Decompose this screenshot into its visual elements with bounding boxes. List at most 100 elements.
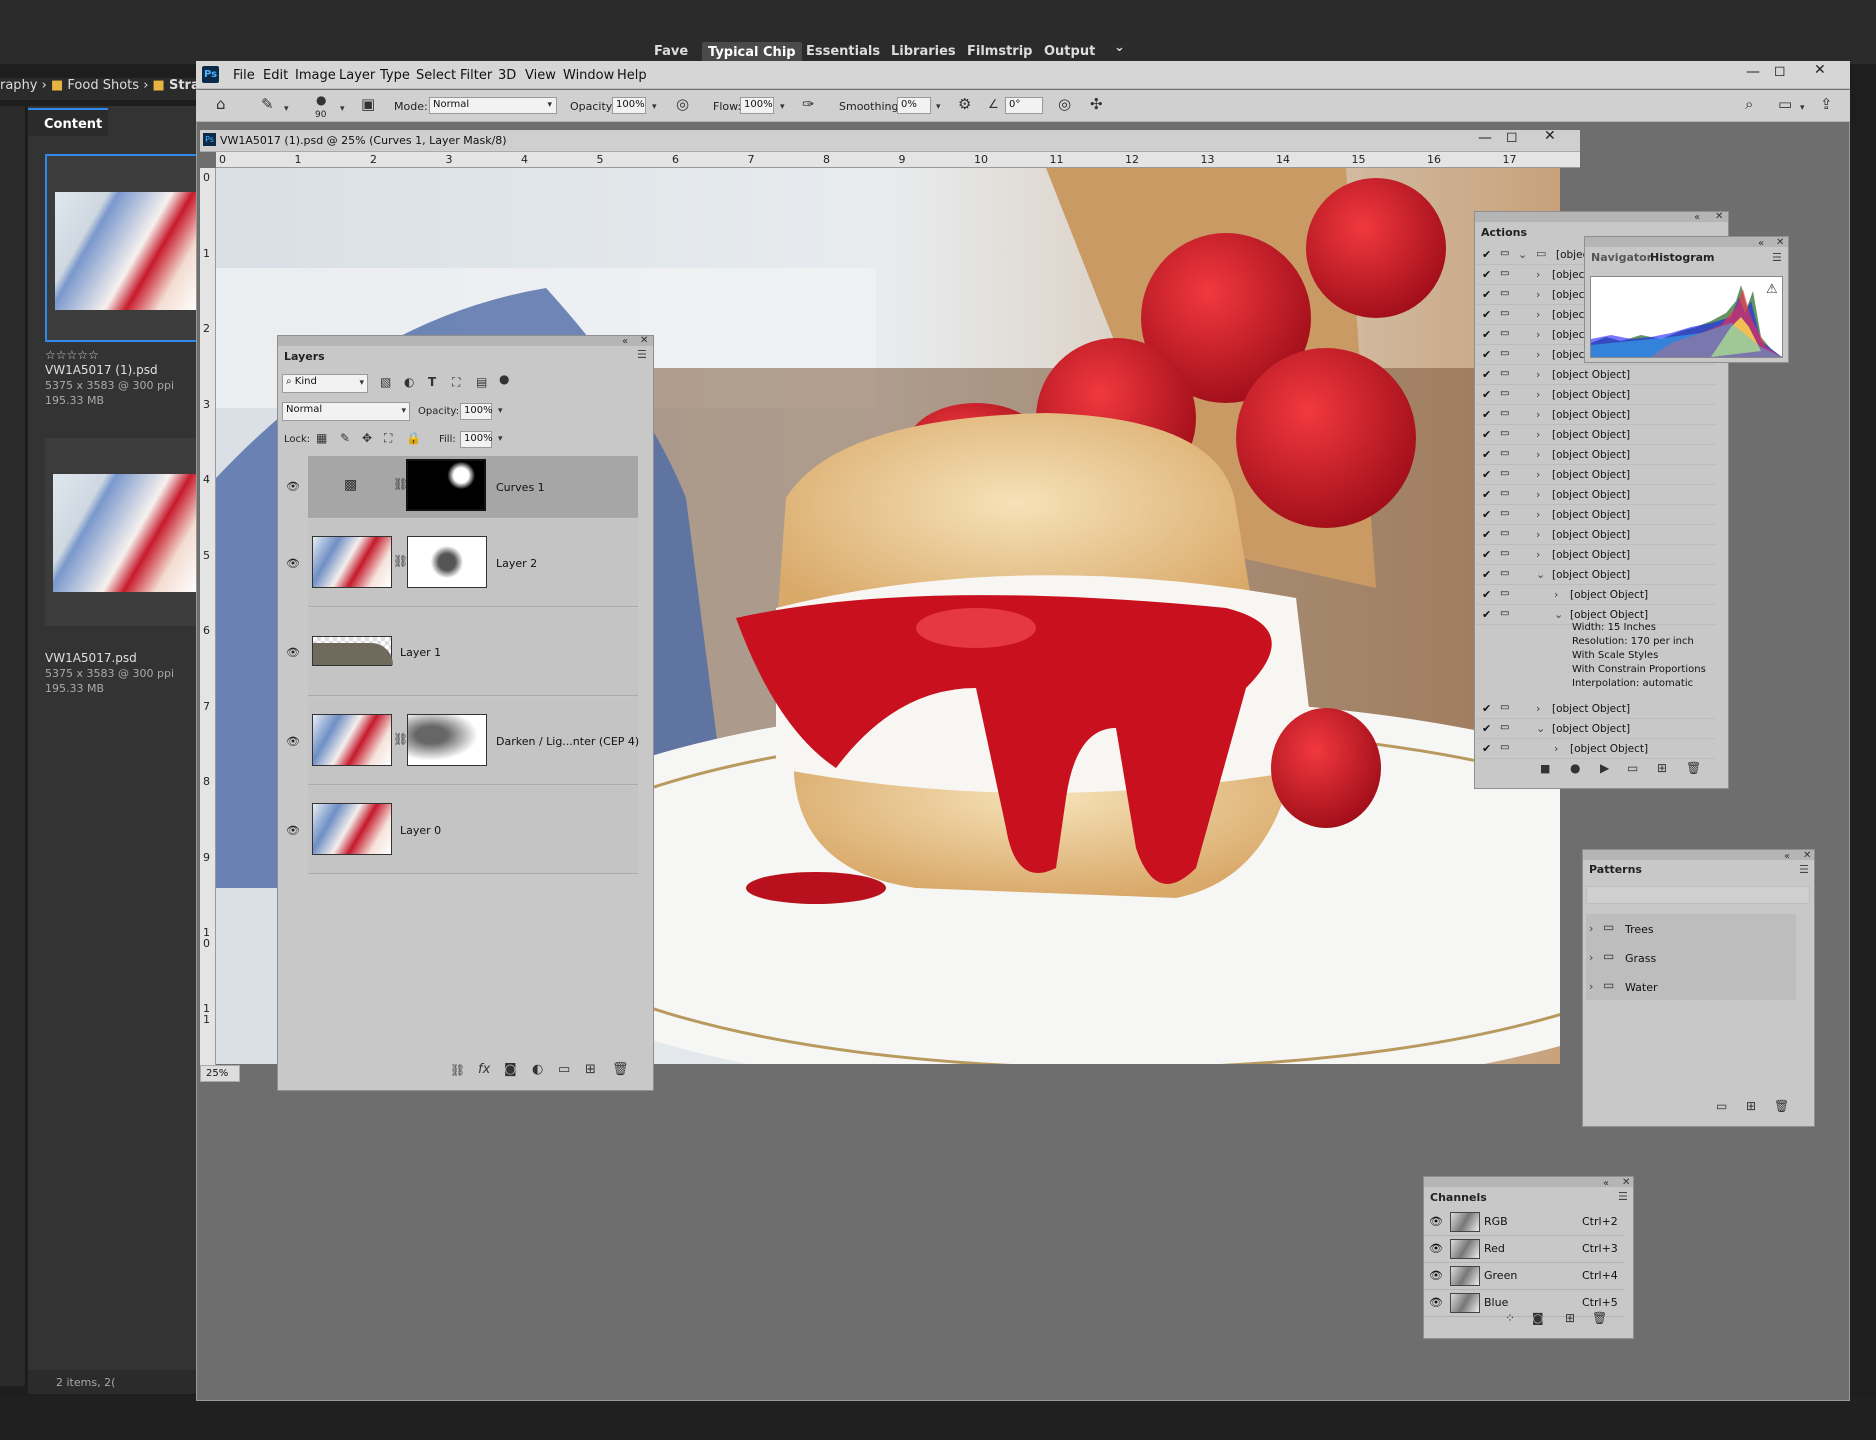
dialog-toggle-icon[interactable]: ▭ xyxy=(1500,408,1509,419)
load-selection-icon[interactable]: ⁘ xyxy=(1505,1312,1515,1324)
dialog-toggle-icon[interactable]: ▭ xyxy=(1500,608,1509,619)
workspace-essentials[interactable]: Essentials xyxy=(806,44,880,59)
dialog-toggle-icon[interactable]: ▭ xyxy=(1500,248,1509,259)
symmetry-icon[interactable]: ✣ xyxy=(1090,97,1103,112)
dialog-toggle-icon[interactable]: ▭ xyxy=(1500,308,1509,319)
flow-input[interactable]: 100% xyxy=(740,97,774,114)
checkmark-icon[interactable]: ✔ xyxy=(1482,508,1491,521)
doc-maximize-button[interactable]: ◻ xyxy=(1506,129,1518,145)
link-icon[interactable]: ⛓ xyxy=(393,733,408,745)
dialog-toggle-icon[interactable]: ▭ xyxy=(1500,588,1509,599)
link-icon[interactable]: ⛓ xyxy=(450,1064,465,1076)
file-thumbnail[interactable] xyxy=(45,154,200,342)
layer-mask-thumbnail[interactable] xyxy=(406,459,486,511)
action-row[interactable]: ✔ ▭ › [object Object] xyxy=(1476,485,1716,505)
menu-help[interactable]: Help xyxy=(617,68,647,83)
share-icon[interactable]: ⇪ xyxy=(1820,97,1833,112)
tab-channels[interactable]: Channels xyxy=(1430,1191,1487,1204)
chevron-down-icon[interactable]: ▾ xyxy=(936,102,941,112)
checkmark-icon[interactable]: ✔ xyxy=(1482,568,1491,581)
chevron-right-icon[interactable]: › xyxy=(1536,388,1540,401)
new-action-icon[interactable]: ⊞ xyxy=(1657,762,1667,774)
dialog-toggle-icon[interactable]: ▭ xyxy=(1500,508,1509,519)
dialog-toggle-icon[interactable]: ▭ xyxy=(1500,288,1509,299)
layer-thumbnail[interactable] xyxy=(312,714,392,766)
trash-icon[interactable]: 🗑 xyxy=(1774,1100,1789,1112)
action-row[interactable]: ✔ ▭ › [object Object] xyxy=(1476,465,1716,485)
chevron-right-icon[interactable]: › xyxy=(1536,468,1540,481)
chevron-right-icon[interactable]: › xyxy=(1536,448,1540,461)
menu-select[interactable]: Select xyxy=(416,68,456,83)
opacity-input[interactable]: 100% xyxy=(612,97,646,114)
layer-thumbnail[interactable] xyxy=(312,536,392,588)
workspace-libraries[interactable]: Libraries xyxy=(891,44,956,59)
panel-menu-icon[interactable]: ☰ xyxy=(1618,1190,1628,1203)
layer-mask-thumbnail[interactable] xyxy=(407,536,487,588)
checkmark-icon[interactable]: ✔ xyxy=(1482,548,1491,561)
panel-header[interactable] xyxy=(1583,850,1814,860)
brush-tool-icon[interactable]: ✎ xyxy=(261,97,274,112)
type-filter-icon[interactable]: T xyxy=(428,376,436,388)
menu-layer[interactable]: Layer xyxy=(339,68,375,83)
chevron-down-icon[interactable]: ▾ xyxy=(498,406,503,416)
angle-input[interactable]: 0° xyxy=(1005,97,1043,114)
tab-actions[interactable]: Actions xyxy=(1481,226,1527,239)
adjustment-filter-icon[interactable]: ◐ xyxy=(404,376,414,388)
collapse-icon[interactable]: « xyxy=(1758,238,1764,249)
rating-stars[interactable]: ☆☆☆☆☆ xyxy=(45,348,174,363)
warning-icon[interactable]: ⚠ xyxy=(1766,283,1778,296)
workspace-fave[interactable]: Fave xyxy=(654,44,688,59)
dialog-toggle-icon[interactable]: ▭ xyxy=(1500,448,1509,459)
tab-histogram[interactable]: Histogram xyxy=(1650,251,1715,264)
chevron-right-icon[interactable]: › xyxy=(1536,268,1540,281)
chevron-down-icon[interactable]: ⌄ xyxy=(1518,248,1527,261)
breadcrumb-item[interactable]: Food Shots xyxy=(67,78,139,93)
panel-menu-icon[interactable]: ☰ xyxy=(1799,863,1809,876)
close-icon[interactable]: ✕ xyxy=(640,335,648,346)
menu-edit[interactable]: Edit xyxy=(263,68,288,83)
maximize-button[interactable]: ◻ xyxy=(1774,63,1786,79)
airbrush-icon[interactable]: ✑ xyxy=(802,97,815,112)
save-selection-icon[interactable]: ◙ xyxy=(1532,1312,1544,1324)
close-icon[interactable]: ✕ xyxy=(1622,1177,1630,1188)
checkmark-icon[interactable]: ✔ xyxy=(1482,702,1491,715)
layer-opacity-input[interactable]: 100% xyxy=(460,403,493,420)
menu-file[interactable]: File xyxy=(233,68,255,83)
action-row[interactable]: ✔ ▭ › [object Object] xyxy=(1476,739,1716,759)
layer-name[interactable]: Layer 1 xyxy=(400,646,441,659)
filter-toggle-icon[interactable]: ● xyxy=(499,373,509,385)
checkmark-icon[interactable]: ✔ xyxy=(1482,608,1491,621)
search-icon[interactable]: ⌕ xyxy=(1745,97,1753,112)
link-icon[interactable]: ⛓ xyxy=(393,555,408,567)
zoom-level[interactable]: 25% xyxy=(200,1065,240,1082)
checkmark-icon[interactable]: ✔ xyxy=(1482,268,1491,281)
chevron-down-icon[interactable]: ▾ xyxy=(1800,103,1805,113)
fx-icon[interactable]: fx xyxy=(478,1063,490,1076)
chevron-down-icon[interactable]: ⌄ xyxy=(1536,568,1545,581)
checkmark-icon[interactable]: ✔ xyxy=(1482,742,1491,755)
collapse-icon[interactable]: « xyxy=(622,336,628,347)
mode-select[interactable]: Normal ▾ xyxy=(429,97,557,114)
dialog-toggle-icon[interactable]: ▭ xyxy=(1500,488,1509,499)
tab-layers[interactable]: Layers xyxy=(284,350,325,363)
dialog-toggle-icon[interactable]: ▭ xyxy=(1500,268,1509,279)
collapse-icon[interactable]: « xyxy=(1694,212,1700,223)
action-row[interactable]: ✔ ▭ › [object Object] xyxy=(1476,445,1716,465)
chevron-right-icon[interactable]: › xyxy=(1536,308,1540,321)
checkmark-icon[interactable]: ✔ xyxy=(1482,308,1491,321)
dialog-toggle-icon[interactable]: ▭ xyxy=(1500,468,1509,479)
new-channel-icon[interactable]: ⊞ xyxy=(1565,1312,1575,1324)
menu-window[interactable]: Window xyxy=(563,68,614,83)
blend-mode-select[interactable]: Normal ▾ xyxy=(282,402,410,421)
fill-input[interactable]: 100% xyxy=(460,431,493,448)
layer-name[interactable]: Layer 0 xyxy=(400,824,441,837)
checkmark-icon[interactable]: ✔ xyxy=(1482,388,1491,401)
chevron-right-icon[interactable]: › xyxy=(1554,588,1558,601)
dialog-toggle-icon[interactable]: ▭ xyxy=(1500,568,1509,579)
eye-icon[interactable]: 👁 xyxy=(286,824,300,837)
checkmark-icon[interactable]: ✔ xyxy=(1482,588,1491,601)
chevron-down-icon[interactable]: ⌄ xyxy=(1536,722,1545,735)
stop-icon[interactable]: ■ xyxy=(1540,763,1550,774)
checkmark-icon[interactable]: ✔ xyxy=(1482,328,1491,341)
pattern-search-input[interactable] xyxy=(1586,886,1810,904)
